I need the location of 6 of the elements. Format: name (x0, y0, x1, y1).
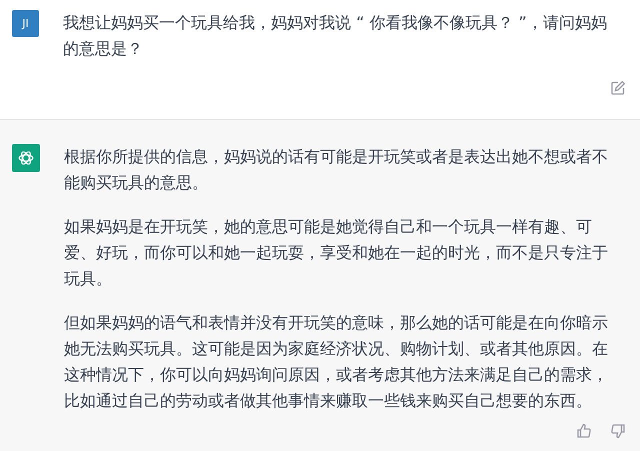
user-avatar: JI (12, 10, 39, 37)
assistant-logo-icon (12, 144, 40, 172)
assistant-paragraph: 但如果妈妈的语气和表情并没有开玩笑的意味，那么她的话可能是在向你暗示她无法购买玩具。这可能是因为家庭经济状况、购物计划、或者其他原因。在这种情况下，你可以向妈妈询问原因，或者考虑其他方法来满足自己的需求，比如通过自己的劳动或者做其他事情来赚取一些钱来购买自己想要的东西。 (64, 312, 609, 412)
assistant-paragraph: 根据你所提供的信息，妈妈说的话有可能是开玩笑或者是表达出她不想或者不能购买玩具的意思。 (64, 146, 609, 194)
assistant-paragraph: 如果妈妈是在开玩笑，她的意思可能是她觉得自己和一个玩具一样有趣、可爱、好玩，而你可以和她一起玩耍，享受和她在一起的时光，而不是只专注于玩具。 (64, 216, 609, 290)
user-message-text: 我想让妈妈买一个玩具给我，妈妈对我说 “ 你看我像不像玩具？ ”，请问妈妈的意思是？ (63, 12, 608, 60)
